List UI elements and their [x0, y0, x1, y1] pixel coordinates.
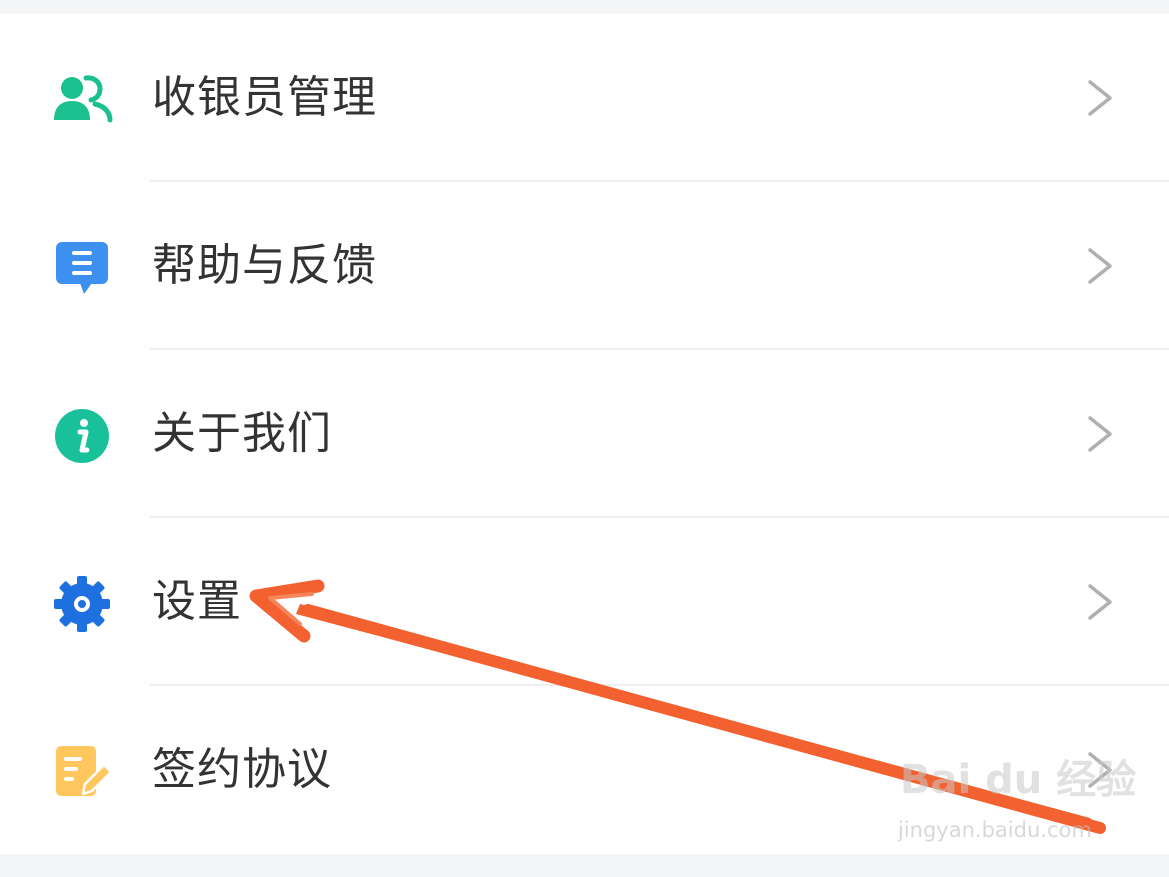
chevron-right-icon	[1084, 78, 1116, 118]
users-icon	[50, 68, 114, 132]
menu-item-cashier-management[interactable]: 收银员管理	[0, 14, 1169, 182]
menu-item-help-feedback[interactable]: 帮助与反馈	[0, 182, 1169, 350]
menu-list: 收银员管理 帮助与反馈 关于我们 设置 签约协议	[0, 14, 1169, 854]
menu-item-label: 帮助与反馈	[152, 240, 377, 291]
menu-item-label: 设置	[152, 576, 242, 627]
message-icon	[50, 236, 114, 300]
bottom-spacer	[0, 854, 1169, 877]
menu-item-settings[interactable]: 设置	[0, 518, 1169, 686]
chevron-right-icon	[1084, 414, 1116, 454]
top-spacer	[0, 0, 1169, 14]
menu-item-agreement[interactable]: 签约协议	[0, 686, 1169, 854]
chevron-right-icon	[1084, 246, 1116, 286]
chevron-right-icon	[1084, 750, 1116, 790]
info-icon	[50, 404, 114, 468]
menu-item-about-us[interactable]: 关于我们	[0, 350, 1169, 518]
menu-item-label: 签约协议	[152, 744, 332, 795]
document-icon	[50, 740, 114, 804]
chevron-right-icon	[1084, 582, 1116, 622]
menu-item-label: 收银员管理	[152, 72, 377, 123]
gear-icon	[50, 572, 114, 636]
menu-item-label: 关于我们	[152, 408, 332, 459]
